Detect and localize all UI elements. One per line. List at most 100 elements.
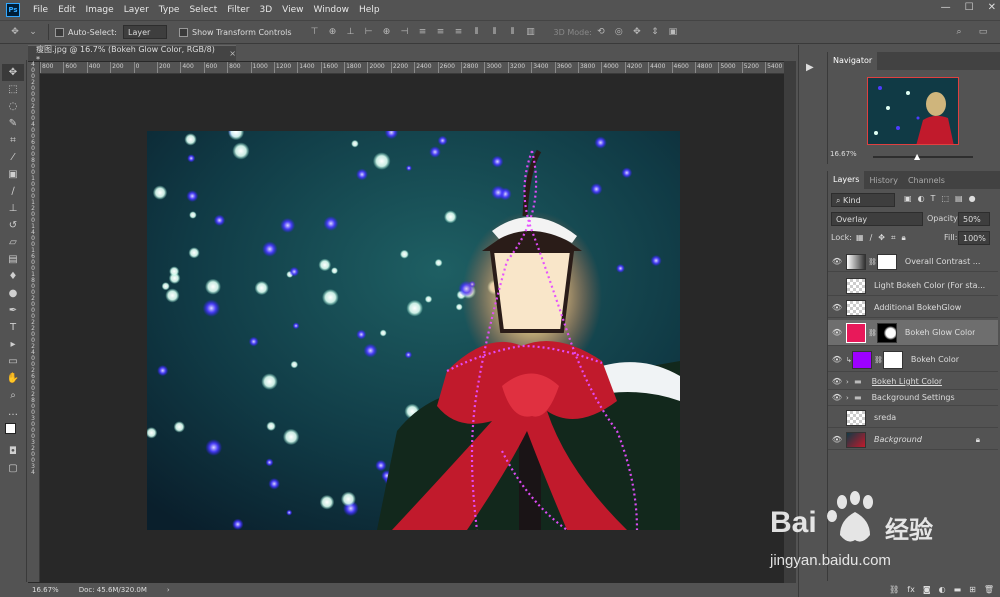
menu-image[interactable]: Image: [81, 5, 119, 15]
crop-tool-icon[interactable]: ⌗: [2, 132, 24, 149]
close-tab-icon[interactable]: ×: [229, 49, 236, 58]
menu-3d[interactable]: 3D: [255, 5, 278, 15]
distribute-hcenter-icon[interactable]: ⫴: [490, 27, 500, 37]
distribute-right-icon[interactable]: ⫴: [508, 27, 518, 37]
foreground-color[interactable]: [5, 423, 16, 434]
layer-row[interactable]: 👁︎ Background 🔒︎: [828, 430, 998, 450]
history-brush-tool-icon[interactable]: ↺: [2, 217, 24, 234]
tab-channels[interactable]: Channels: [903, 172, 950, 189]
menu-help[interactable]: Help: [354, 5, 385, 15]
fx-icon[interactable]: fx: [907, 585, 915, 594]
3d-roll-icon[interactable]: ◎: [614, 27, 624, 37]
menu-view[interactable]: View: [277, 5, 308, 15]
align-left-icon[interactable]: ⊢: [364, 27, 374, 37]
path-select-tool-icon[interactable]: ▸: [2, 336, 24, 353]
visibility-eye-icon[interactable]: 👁︎: [828, 377, 846, 386]
3d-pan-icon[interactable]: ✥: [632, 27, 642, 37]
menu-select[interactable]: Select: [184, 5, 222, 15]
layer-row[interactable]: Light Bokeh Color (For sta...: [828, 276, 998, 296]
document-tab[interactable]: 瘦图.jpg @ 16.7% (Bokeh Glow Color, RGB/8)…: [28, 45, 236, 64]
status-menu-icon[interactable]: ›: [167, 586, 170, 594]
align-bottom-icon[interactable]: ⊥: [346, 27, 356, 37]
navigator-thumbnail[interactable]: [867, 77, 959, 145]
trash-icon[interactable]: 🗑︎: [984, 585, 994, 594]
menu-window[interactable]: Window: [309, 5, 355, 15]
align-hcenter-icon[interactable]: ⊕: [382, 27, 392, 37]
visibility-eye-icon[interactable]: 👁︎: [828, 257, 846, 266]
visibility-eye-icon[interactable]: 👁︎: [828, 355, 846, 364]
rectangle-tool-icon[interactable]: ▭: [2, 353, 24, 370]
blur-tool-icon[interactable]: ♦: [2, 268, 24, 285]
3d-scale-icon[interactable]: ▣: [668, 27, 678, 37]
distribute-vcenter-icon[interactable]: ≡: [436, 27, 446, 37]
layer-row[interactable]: 👁︎ Additional BokehGlow: [828, 298, 998, 318]
lock-artboard-icon[interactable]: ⌗: [891, 233, 896, 243]
adjustment-layer-icon[interactable]: ◐: [939, 585, 946, 594]
quick-select-tool-icon[interactable]: ✎: [2, 115, 24, 132]
color-swatches[interactable]: [2, 421, 24, 443]
filter-toggle-icon[interactable]: ●: [969, 194, 976, 203]
type-tool-icon[interactable]: T: [2, 319, 24, 336]
auto-select-checkbox[interactable]: [55, 27, 64, 37]
zoom-tool-icon[interactable]: ⌕: [2, 387, 24, 404]
hand-tool-icon[interactable]: ✋: [2, 370, 24, 387]
layer-row[interactable]: 👁︎ ↳ ⛓︎ Bokeh Color: [828, 348, 998, 372]
show-transform-checkbox[interactable]: [178, 27, 188, 37]
distribute-top-icon[interactable]: ≡: [418, 27, 428, 37]
stamp-tool-icon[interactable]: ⊥: [2, 200, 24, 217]
more-tools-icon[interactable]: …: [2, 404, 24, 421]
distribute-left-icon[interactable]: ⫴: [472, 27, 482, 37]
layer-group-row[interactable]: 👁︎ › ▬ Bokeh Light Color: [828, 374, 998, 390]
quick-mask-icon[interactable]: ◘: [2, 443, 24, 460]
zoom-slider[interactable]: [873, 156, 973, 158]
layer-group-row[interactable]: 👁︎ › ▬ Background Settings: [828, 390, 998, 406]
search-icon[interactable]: ⌕: [954, 27, 964, 37]
eraser-tool-icon[interactable]: ▱: [2, 234, 24, 251]
filter-shape-icon[interactable]: ⬚: [941, 194, 949, 203]
play-icon[interactable]: ▶: [806, 62, 820, 76]
link-layers-icon[interactable]: ⛓︎: [889, 585, 899, 594]
chevron-down-icon[interactable]: ⌄: [28, 27, 38, 37]
brush-tool-icon[interactable]: ∕: [2, 183, 24, 200]
tab-history[interactable]: History: [864, 172, 902, 189]
lock-all-icon[interactable]: 🔒︎: [901, 233, 905, 243]
minimize-button[interactable]: —: [941, 2, 951, 13]
eyedropper-tool-icon[interactable]: ⁄: [2, 149, 24, 166]
align-top-icon[interactable]: ⊤: [310, 27, 320, 37]
document-image[interactable]: [147, 131, 680, 530]
menu-layer[interactable]: Layer: [119, 5, 154, 15]
kind-filter-dropdown[interactable]: ⌕ Kind: [831, 193, 895, 207]
filter-type-icon[interactable]: T: [931, 194, 936, 203]
move-tool-icon[interactable]: ✥: [2, 64, 24, 81]
lock-transparent-icon[interactable]: ▦: [856, 233, 864, 243]
menu-filter[interactable]: Filter: [222, 5, 254, 15]
zoom-level[interactable]: 16.67%: [32, 586, 59, 594]
pen-tool-icon[interactable]: ✒: [2, 302, 24, 319]
layer-row-selected[interactable]: 👁︎ ⛓︎ Bokeh Glow Color: [828, 320, 998, 346]
lasso-tool-icon[interactable]: ◌: [2, 98, 24, 115]
visibility-eye-icon[interactable]: 👁︎: [828, 303, 846, 312]
new-group-icon[interactable]: ▬: [954, 585, 962, 594]
tab-navigator[interactable]: Navigator: [828, 52, 878, 70]
menu-file[interactable]: File: [28, 5, 53, 15]
lock-position-icon[interactable]: ✥: [878, 233, 885, 243]
menu-edit[interactable]: Edit: [53, 5, 80, 15]
visibility-eye-icon[interactable]: 👁︎: [828, 393, 846, 402]
align-right-icon[interactable]: ⊣: [400, 27, 410, 37]
visibility-eye-icon[interactable]: 👁︎: [828, 328, 846, 337]
new-layer-icon[interactable]: ⊞: [969, 585, 976, 594]
3d-orbit-icon[interactable]: ⟲: [596, 27, 606, 37]
add-mask-icon[interactable]: ◙: [923, 585, 931, 594]
tab-layers[interactable]: Layers: [828, 171, 865, 189]
marquee-tool-icon[interactable]: ⬚: [2, 81, 24, 98]
maximize-button[interactable]: ☐: [965, 2, 974, 13]
fill-field[interactable]: 100%: [958, 231, 990, 245]
blend-mode-dropdown[interactable]: Overlay: [831, 212, 923, 226]
navigator-zoom[interactable]: 16.67%: [830, 150, 857, 158]
3d-slide-icon[interactable]: ⇕: [650, 27, 660, 37]
visibility-eye-icon[interactable]: 👁︎: [828, 435, 846, 444]
close-button[interactable]: ✕: [988, 2, 996, 13]
lock-image-icon[interactable]: ∕: [870, 233, 873, 243]
opacity-field[interactable]: 50%: [958, 212, 990, 226]
layer-row[interactable]: 👁︎ ⛓︎ Overall Contrast ...: [828, 252, 998, 272]
